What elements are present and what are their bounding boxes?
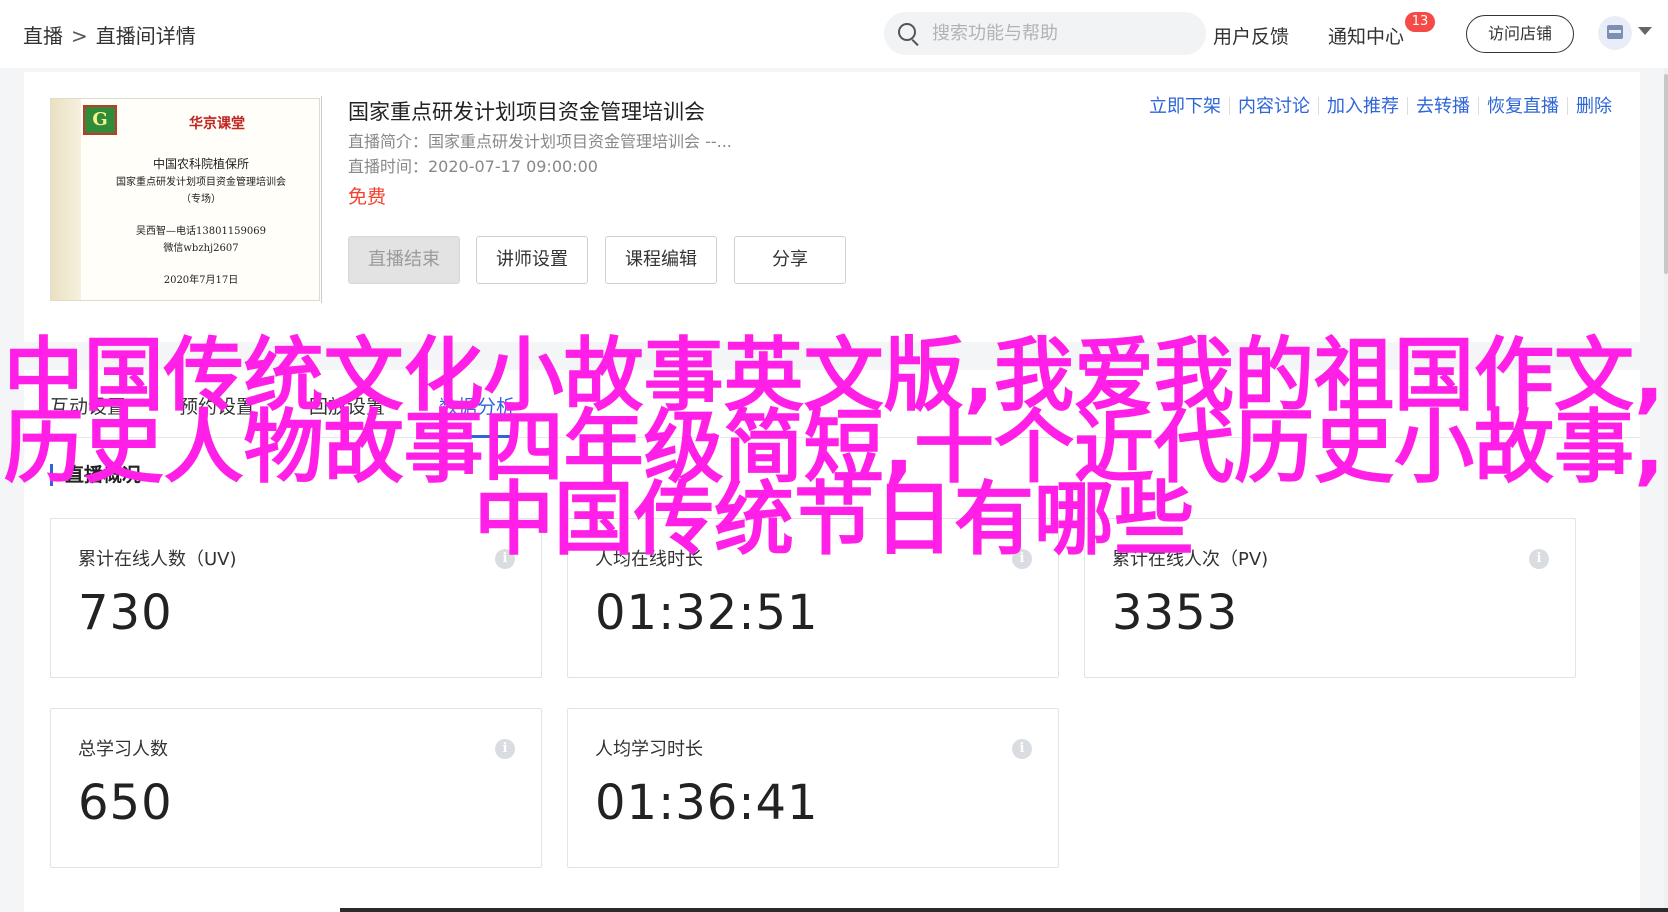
course-edit-button[interactable]: 课程编辑 <box>605 236 717 284</box>
stat-value: 01:36:41 <box>595 775 819 831</box>
live-operations: 立即下架 内容讨论 加入推荐 去转播 恢复直播 删除 <box>1149 92 1612 118</box>
scrollbar-thumb[interactable] <box>1664 74 1668 274</box>
notification-center-link[interactable]: 通知中心 <box>1328 22 1404 49</box>
cover-date: 2020年7月17日 <box>163 275 239 286</box>
end-live-button[interactable]: 直播结束 <box>348 236 460 284</box>
breadcrumb-root[interactable]: 直播 <box>23 20 63 49</box>
price-label: 免费 <box>348 186 387 208</box>
cover-logo-letter: G <box>92 109 108 130</box>
live-time: 直播时间：2020-07-17 09:00:00 <box>348 157 598 176</box>
tab-reservation-settings[interactable]: 预约设置 <box>179 392 255 419</box>
stat-value: 3353 <box>1112 585 1239 641</box>
cover-tag: （专场） <box>181 194 221 205</box>
delete-link[interactable]: 删除 <box>1576 92 1612 118</box>
stat-label: 人均在线时长 <box>595 549 703 570</box>
bottom-edge-bar <box>340 908 1668 912</box>
cover-contact: 吴西智—电话13801159069 <box>136 226 266 237</box>
stat-value: 730 <box>78 585 173 641</box>
content-discussion-link[interactable]: 内容讨论 <box>1238 92 1310 118</box>
cover-divider <box>321 96 322 303</box>
live-info-card: G 华京课堂 中国农科院植保所 国家重点研发计划项目资金管理培训会 （专场） 吴… <box>24 72 1640 342</box>
live-cover-image: G 华京课堂 中国农科院植保所 国家重点研发计划项目资金管理培训会 （专场） 吴… <box>50 98 320 301</box>
stat-card-total-learners: 总学习人数 650 i <box>50 708 542 868</box>
cover-logo-icon: G <box>83 105 117 135</box>
breadcrumb: 直播 > 直播间详情 <box>23 20 196 49</box>
add-recommend-link[interactable]: 加入推荐 <box>1327 92 1399 118</box>
info-icon[interactable]: i <box>1012 739 1032 759</box>
search-icon <box>898 23 916 41</box>
op-divider <box>1567 97 1568 115</box>
data-panel: 互动设置 预约设置 回放设置 数据分析 直播概况 累计在线人数（UV) 730 … <box>24 370 1640 912</box>
tab-interaction-settings[interactable]: 互动设置 <box>50 392 126 419</box>
search-input[interactable] <box>932 12 1192 55</box>
op-divider <box>1407 97 1408 115</box>
visit-store-button[interactable]: 访问店铺 <box>1466 15 1574 53</box>
info-icon[interactable]: i <box>1012 549 1032 569</box>
stat-card-avg-online-time: 人均在线时长 01:32:51 i <box>567 518 1059 678</box>
cover-course: 国家重点研发计划项目资金管理培训会 <box>116 177 286 188</box>
tab-bar: 互动设置 预约设置 回放设置 数据分析 <box>24 370 1640 438</box>
stat-card-avg-learning-time: 人均学习时长 01:36:41 i <box>567 708 1059 868</box>
op-divider <box>1229 97 1230 115</box>
cover-spine <box>51 99 81 300</box>
rebroadcast-link[interactable]: 去转播 <box>1416 92 1470 118</box>
breadcrumb-separator: > <box>71 24 88 48</box>
resume-live-link[interactable]: 恢复直播 <box>1487 92 1559 118</box>
stat-card-pv: 累计在线人次（PV) 3353 i <box>1084 518 1576 678</box>
stat-value: 01:32:51 <box>595 585 819 641</box>
share-button[interactable]: 分享 <box>734 236 846 284</box>
op-divider <box>1318 97 1319 115</box>
top-bar: 直播 > 直播间详情 用户反馈 通知中心 13 访问店铺 <box>0 0 1668 68</box>
section-title: 直播概况 <box>50 464 141 486</box>
take-offline-link[interactable]: 立即下架 <box>1149 92 1221 118</box>
store-avatar-icon[interactable] <box>1598 16 1632 50</box>
info-icon[interactable]: i <box>1529 549 1549 569</box>
cover-wechat: 微信wbzhj2607 <box>163 243 239 254</box>
stat-label: 人均学习时长 <box>595 739 703 760</box>
search-box[interactable] <box>884 12 1206 55</box>
stat-label: 累计在线人次（PV) <box>1112 549 1269 570</box>
cover-brand: 华京课堂 <box>189 116 245 132</box>
stat-label: 累计在线人数（UV) <box>78 549 237 570</box>
feedback-link[interactable]: 用户反馈 <box>1213 22 1289 49</box>
active-tab-indicator <box>439 435 515 438</box>
live-intro: 直播简介：国家重点研发计划项目资金管理培训会 --... <box>348 132 732 151</box>
live-title: 国家重点研发计划项目资金管理培训会 <box>348 100 705 124</box>
stat-card-uv: 累计在线人数（UV) 730 i <box>50 518 542 678</box>
info-icon[interactable]: i <box>495 549 515 569</box>
op-divider <box>1478 97 1479 115</box>
chevron-down-icon[interactable] <box>1638 27 1652 35</box>
stat-value: 650 <box>78 775 173 831</box>
tab-data-analysis[interactable]: 数据分析 <box>439 392 515 419</box>
notification-count-badge: 13 <box>1405 12 1435 32</box>
tab-replay-settings[interactable]: 回放设置 <box>309 392 385 419</box>
lecturer-settings-button[interactable]: 讲师设置 <box>476 236 588 284</box>
breadcrumb-current: 直播间详情 <box>95 24 196 48</box>
stat-label: 总学习人数 <box>78 739 168 760</box>
info-icon[interactable]: i <box>495 739 515 759</box>
cover-org: 中国农科院植保所 <box>152 157 249 171</box>
vertical-scrollbar[interactable] <box>1664 68 1668 912</box>
